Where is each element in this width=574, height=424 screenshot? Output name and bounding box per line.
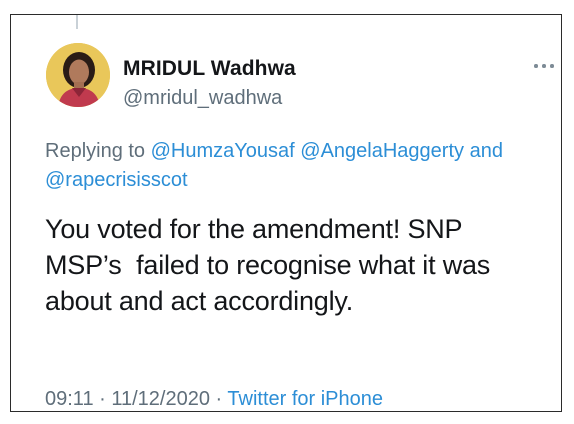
thread-connector-line <box>76 15 78 29</box>
replying-to-prefix: Replying to <box>45 140 146 162</box>
tweet-card: MRIDUL Wadhwa @mridul_wadhwa Replying to… <box>10 14 562 412</box>
mention-angelahaggerty[interactable]: @AngelaHaggerty <box>300 140 464 162</box>
tweet-meta: 09:11 · 11/12/2020 · Twitter for iPhone <box>45 388 383 411</box>
tweet-text-line: about and act accordingly. <box>45 286 354 316</box>
meta-separator: · <box>215 388 223 410</box>
tweet-timestamp[interactable]: 09:11 · 11/12/2020 <box>45 388 210 410</box>
tweet-source-link[interactable]: Twitter for iPhone <box>227 388 383 410</box>
mention-humzayousaf[interactable]: @HumzaYousaf <box>151 140 295 162</box>
replying-to-line: Replying to @HumzaYousaf @AngelaHaggerty… <box>45 137 545 195</box>
tweet-text-line: MSP’s failed to recognise what it was <box>45 250 491 280</box>
mentions-conjunction: and <box>469 140 503 162</box>
author-handle[interactable]: @mridul_wadhwa <box>123 87 282 110</box>
tweet-text-line: You voted for the amendment! SNP <box>45 214 463 244</box>
more-horizontal-icon[interactable] <box>530 57 560 73</box>
tweet-body: You voted for the amendment! SNP MSP’s f… <box>45 211 560 319</box>
author-display-name[interactable]: MRIDUL Wadhwa <box>123 57 296 81</box>
avatar[interactable] <box>46 43 110 107</box>
mention-rapecrisisscot[interactable]: @rapecrisisscot <box>45 169 188 191</box>
avatar-image <box>46 43 110 107</box>
